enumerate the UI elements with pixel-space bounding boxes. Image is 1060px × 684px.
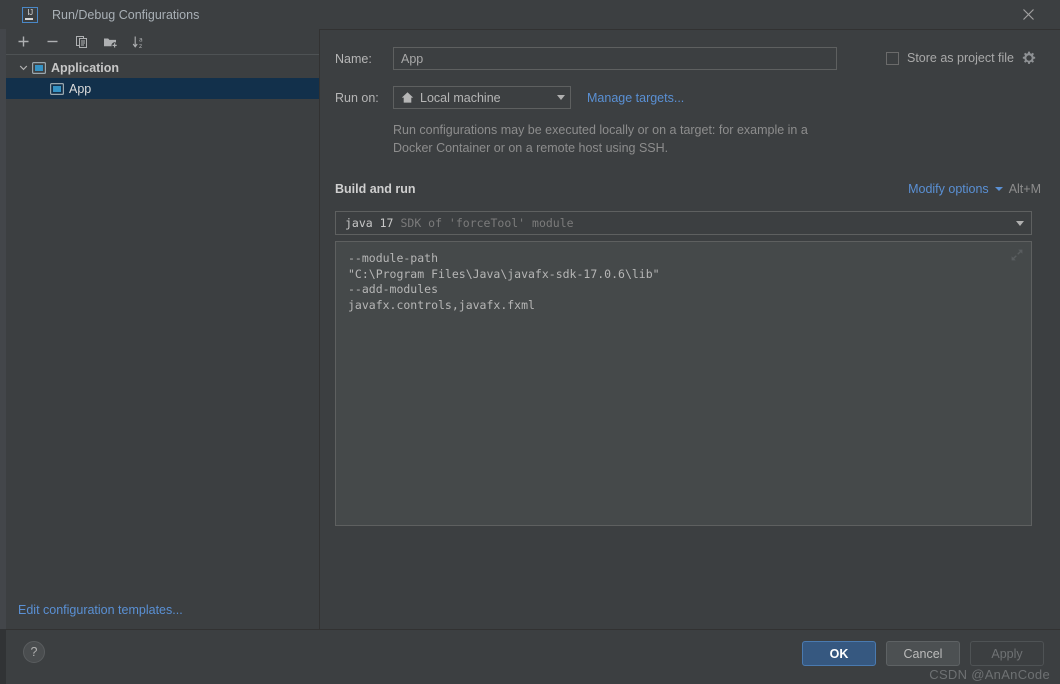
chevron-down-icon xyxy=(557,95,565,100)
run-on-select[interactable]: Local machine xyxy=(393,86,571,109)
svg-text:z: z xyxy=(139,43,142,49)
folder-add-icon[interactable] xyxy=(102,33,119,50)
dialog-titlebar: IJ Run/Debug Configurations xyxy=(0,0,1060,30)
configurations-tree: Application App xyxy=(6,55,319,99)
tree-item-label: App xyxy=(69,81,92,96)
store-as-project-file-checkbox[interactable] xyxy=(886,51,899,65)
intellij-idea-icon: IJ xyxy=(22,6,38,23)
run-debug-configurations-dialog: IJ Run/Debug Configurations a z Applicat… xyxy=(0,0,1060,684)
minus-icon[interactable] xyxy=(44,33,61,50)
dialog-footer: ? OK Cancel Apply xyxy=(6,630,1060,684)
apply-button: Apply xyxy=(970,641,1044,666)
store-as-project-file-label: Store as project file xyxy=(907,51,1014,65)
run-on-row: Run on: Local machine Manage targets... xyxy=(335,86,684,109)
name-input[interactable] xyxy=(393,47,837,70)
modify-options-shortcut: Alt+M xyxy=(1008,182,1041,196)
name-label: Name: xyxy=(335,51,372,66)
run-on-label: Run on: xyxy=(335,90,379,105)
sort-alphabetically-icon[interactable]: a z xyxy=(131,33,148,50)
chevron-down-icon[interactable] xyxy=(994,187,1003,191)
modify-options-link[interactable]: Modify options xyxy=(908,182,989,196)
application-config-icon xyxy=(32,61,46,74)
dialog-action-buttons: OK Cancel Apply xyxy=(802,641,1044,666)
name-row: Name: xyxy=(335,47,837,70)
jdk-select[interactable]: java 17 SDK of 'forceTool' module xyxy=(335,211,1032,235)
tree-group-application[interactable]: Application xyxy=(6,57,319,78)
watermark: CSDN @AnAnCode xyxy=(929,667,1050,682)
cancel-button[interactable]: Cancel xyxy=(886,641,960,666)
copy-icon[interactable] xyxy=(73,33,90,50)
configurations-toolbar: a z xyxy=(6,29,319,55)
jdk-name: java 17 xyxy=(345,216,394,230)
run-on-help-text: Run configurations may be executed local… xyxy=(393,123,808,155)
plus-icon[interactable] xyxy=(15,33,32,50)
build-and-run-section-title: Build and run xyxy=(335,182,416,196)
vm-options-textarea[interactable]: --module-path "C:\Program Files\Java\jav… xyxy=(335,241,1032,526)
vm-options-value: --module-path "C:\Program Files\Java\jav… xyxy=(348,251,660,312)
ok-button[interactable]: OK xyxy=(802,641,876,666)
tree-item-app[interactable]: App xyxy=(6,78,319,99)
jdk-description: SDK of 'forceTool' module xyxy=(400,216,574,230)
dialog-title: Run/Debug Configurations xyxy=(52,7,200,22)
help-button[interactable]: ? xyxy=(23,641,45,663)
configurations-sidebar: a z Application App Edit configuration t… xyxy=(6,29,320,629)
chevron-down-icon xyxy=(1016,220,1024,226)
tree-group-label: Application xyxy=(51,60,120,75)
manage-targets-link[interactable]: Manage targets... xyxy=(587,91,684,105)
configuration-form: Name: Store as project file Run on: Loca… xyxy=(321,29,1060,629)
home-icon xyxy=(401,92,414,103)
run-on-value: Local machine xyxy=(420,90,501,105)
application-config-icon xyxy=(50,82,64,95)
modify-options-row: Modify options Alt+M xyxy=(908,182,1041,196)
close-icon[interactable] xyxy=(1006,0,1050,29)
chevron-down-icon[interactable] xyxy=(16,61,30,75)
store-as-project-file-row: Store as project file xyxy=(886,51,1036,65)
gear-icon[interactable] xyxy=(1022,51,1036,65)
expand-icon[interactable] xyxy=(1010,248,1024,262)
edit-configuration-templates-link[interactable]: Edit configuration templates... xyxy=(18,603,183,617)
